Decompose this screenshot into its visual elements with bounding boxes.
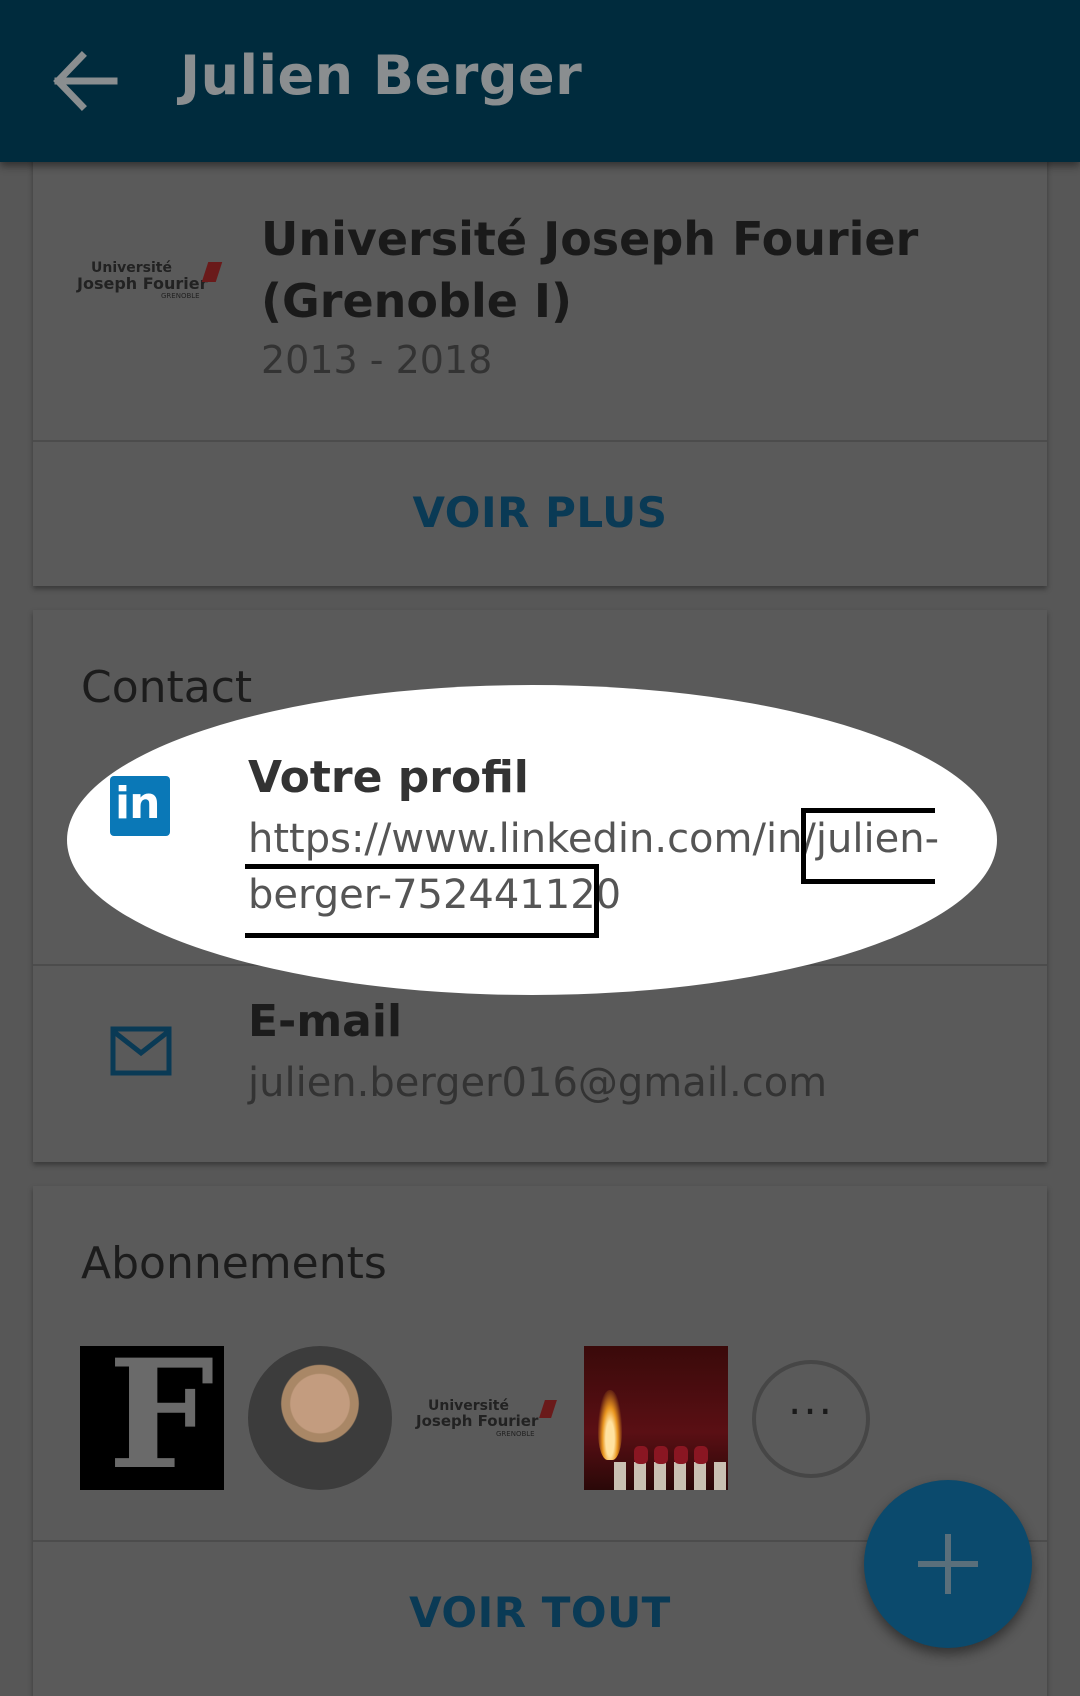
university-logo: Université Joseph Fourier GRENOBLE [77,260,227,310]
mail-icon [110,1026,172,1076]
school-years: 2013 - 2018 [261,338,493,382]
match-head [654,1446,668,1464]
match-head [634,1446,648,1464]
profile-label: Votre profil [248,752,529,803]
see-more-button[interactable]: VOIR PLUS [33,488,1047,537]
email-label: E-mail [248,996,403,1047]
match-stick [674,1462,686,1490]
plus-icon [918,1534,978,1594]
subscription-university[interactable]: Université Joseph Fourier GRENOBLE [414,1346,558,1490]
divider [33,440,1047,442]
more-subscriptions-button[interactable]: ··· [752,1360,870,1478]
highlight-box [245,864,599,938]
education-card: Université Joseph Fourier GRENOBLE Unive… [33,150,1047,586]
match-stick [654,1462,666,1490]
contact-section-title: Contact [81,662,253,713]
logo-text-line: GRENOBLE [496,1430,535,1438]
highlight-box [801,808,935,884]
subscription-person-avatar[interactable] [248,1346,392,1490]
flame-shape [598,1390,622,1460]
match-stick [614,1462,626,1490]
logo-mark [201,262,223,282]
subscription-matches-image[interactable] [584,1346,728,1490]
app-bar: Julien Berger [0,0,1080,162]
subscription-forbes[interactable]: F [80,1346,224,1490]
linkedin-icon: in [110,776,170,836]
match-head [694,1446,708,1464]
match-stick [694,1462,706,1490]
logo-mark [539,1400,557,1418]
logo-text-line: Joseph Fourier [77,274,208,293]
school-name[interactable]: Université Joseph Fourier (Grenoble I) [261,208,1021,332]
match-head [674,1446,688,1464]
logo-text-line: Joseph Fourier [416,1412,539,1430]
logo-text-line: GRENOBLE [161,292,200,300]
page-title: Julien Berger [180,44,583,107]
match-stick [634,1462,646,1490]
email-value[interactable]: julien.berger016@gmail.com [248,1060,827,1106]
forbes-logo-letter: F [108,1346,215,1490]
match-stick [714,1462,726,1490]
arrow-left-icon[interactable] [52,50,118,112]
add-fab-button[interactable] [864,1480,1032,1648]
subscriptions-section-title: Abonnements [81,1238,387,1289]
